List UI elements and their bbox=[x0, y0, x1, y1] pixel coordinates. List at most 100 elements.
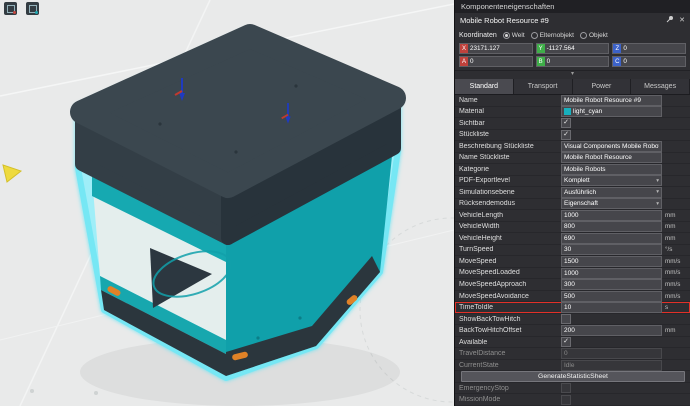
property-label: PDF-Exportlevel bbox=[459, 177, 561, 184]
property-label: Available bbox=[459, 339, 561, 346]
property-label: TurnSpeed bbox=[459, 246, 561, 253]
radio-icon[interactable] bbox=[531, 32, 538, 39]
rotation-field-a[interactable]: A0 bbox=[459, 56, 533, 67]
rotation-value[interactable]: 0 bbox=[468, 57, 532, 66]
checkbox[interactable]: ✓ bbox=[561, 130, 571, 140]
property-value: Visual Components Mobile Robot Resource bbox=[561, 141, 662, 152]
coord-mode-elternobjekt[interactable]: Elternobjekt bbox=[531, 32, 574, 39]
property-row: Sichtbar✓ bbox=[455, 118, 690, 130]
position-field-x[interactable]: X23171.127 bbox=[459, 43, 533, 54]
property-label: ShowBackTowHitch bbox=[459, 316, 561, 323]
property-value-field[interactable]: 800 bbox=[561, 221, 662, 232]
checkbox[interactable] bbox=[561, 314, 571, 324]
position-value[interactable]: 23171.127 bbox=[468, 44, 532, 53]
property-value-field[interactable]: Mobile Robots bbox=[561, 164, 662, 175]
close-icon[interactable]: ✕ bbox=[679, 17, 685, 25]
property-row: MissionMode bbox=[455, 394, 690, 406]
rotation-value[interactable]: 0 bbox=[545, 57, 609, 66]
component-title: Mobile Robot Resource #9 bbox=[460, 16, 661, 25]
collapse-chevron-icon[interactable]: ▾ bbox=[455, 71, 690, 79]
unit-label: mm/s bbox=[662, 293, 687, 300]
property-row: KategorieMobile Robots bbox=[455, 164, 690, 176]
property-row: RücksendemodusEigenschaft▾ bbox=[455, 199, 690, 211]
tab-power[interactable]: Power bbox=[573, 79, 632, 94]
properties-panel: Komponenteneigenschaften Mobile Robot Re… bbox=[454, 0, 690, 406]
property-value: 300 bbox=[561, 279, 662, 290]
radio-icon[interactable] bbox=[503, 32, 510, 39]
position-value[interactable]: -1127.564 bbox=[545, 44, 609, 53]
tab-transport[interactable]: Transport bbox=[514, 79, 573, 94]
property-row: Available✓ bbox=[455, 337, 690, 349]
property-label: CurrentState bbox=[459, 362, 561, 369]
rotation-value[interactable]: 0 bbox=[621, 57, 685, 66]
tab-standard[interactable]: Standard bbox=[455, 79, 514, 94]
coord-mode-objekt[interactable]: Objekt bbox=[580, 32, 608, 39]
property-value-field[interactable]: 10 bbox=[561, 302, 662, 313]
property-value-field[interactable]: Ausführlich▾ bbox=[561, 187, 662, 198]
viewport-toolbar-icon-2[interactable] bbox=[26, 2, 39, 15]
rotation-field-c[interactable]: C0 bbox=[612, 56, 686, 67]
viewport-toolbar-icon-1[interactable] bbox=[4, 2, 17, 15]
field-text: 500 bbox=[564, 293, 659, 300]
property-value-field[interactable]: 200 bbox=[561, 325, 662, 336]
property-value-field[interactable]: 500 bbox=[561, 291, 662, 302]
position-value[interactable]: 0 bbox=[621, 44, 685, 53]
property-value: 800 bbox=[561, 221, 662, 232]
property-row: NameMobile Robot Resource #9 bbox=[455, 95, 690, 107]
property-label: MissionMode bbox=[459, 396, 561, 403]
coord-mode-welt[interactable]: Welt bbox=[503, 32, 525, 39]
property-label: VehicleHeight bbox=[459, 235, 561, 242]
property-value: Komplett▾ bbox=[561, 175, 662, 186]
checkbox[interactable]: ✓ bbox=[561, 118, 571, 128]
position-field-y[interactable]: Y-1127.564 bbox=[536, 43, 610, 54]
checkbox[interactable]: ✓ bbox=[561, 337, 571, 347]
property-value-field[interactable]: 300 bbox=[561, 279, 662, 290]
property-value-field[interactable]: light_cyan bbox=[561, 106, 662, 117]
property-value-field[interactable]: Komplett▾ bbox=[561, 175, 662, 186]
field-text: Idle bbox=[564, 362, 659, 369]
tab-bar: StandardTransportPowerMessages bbox=[455, 79, 690, 95]
property-label: EmergencyStop bbox=[459, 385, 561, 392]
unit-label: mm bbox=[662, 327, 687, 334]
property-value: ✓ bbox=[561, 130, 662, 140]
property-value: Mobile Robots bbox=[561, 164, 662, 175]
property-value-field[interactable]: 1000 bbox=[561, 268, 662, 279]
tab-messages[interactable]: Messages bbox=[631, 79, 690, 94]
position-fields: X23171.127Y-1127.564Z0 bbox=[459, 43, 686, 54]
radio-icon[interactable] bbox=[580, 32, 587, 39]
property-value-field[interactable]: Mobile Robot Resource #9 bbox=[561, 95, 662, 106]
field-text: 1000 bbox=[564, 270, 659, 277]
generate-statistic-sheet-button[interactable]: GenerateStatisticSheet bbox=[461, 371, 685, 382]
property-row: PDF-ExportlevelKomplett▾ bbox=[455, 176, 690, 188]
property-value-field[interactable]: 1000 bbox=[561, 210, 662, 221]
property-value bbox=[561, 383, 662, 393]
axis-tab: A bbox=[460, 57, 468, 66]
property-label: MoveSpeed bbox=[459, 258, 561, 265]
property-value-field[interactable]: Eigenschaft▾ bbox=[561, 198, 662, 209]
property-row: TurnSpeed30°/s bbox=[455, 245, 690, 257]
robot-3d-model[interactable] bbox=[0, 0, 454, 406]
property-value bbox=[561, 314, 662, 324]
axis-tab: Z bbox=[613, 44, 621, 53]
pin-icon[interactable] bbox=[666, 15, 674, 26]
property-value-field[interactable]: Mobile Robot Resource bbox=[561, 152, 662, 163]
property-value-field: 0 bbox=[561, 348, 662, 359]
property-value: 1000 bbox=[561, 210, 662, 221]
property-value-field[interactable]: 1500 bbox=[561, 256, 662, 267]
viewport-3d[interactable] bbox=[0, 0, 454, 406]
field-text: 200 bbox=[564, 327, 659, 334]
property-value: light_cyan bbox=[561, 106, 662, 117]
property-label: MoveSpeedLoaded bbox=[459, 269, 561, 276]
coord-mode-label: Elternobjekt bbox=[540, 32, 574, 39]
field-text: 690 bbox=[564, 235, 659, 242]
field-text: 1000 bbox=[564, 212, 659, 219]
rotation-field-b[interactable]: B0 bbox=[536, 56, 610, 67]
property-row: Beschreibung StücklisteVisual Components… bbox=[455, 141, 690, 153]
property-value: Ausführlich▾ bbox=[561, 187, 662, 198]
property-value-field[interactable]: 30 bbox=[561, 244, 662, 255]
position-field-z[interactable]: Z0 bbox=[612, 43, 686, 54]
property-label: TimeToIdle bbox=[459, 304, 561, 311]
property-value-field[interactable]: Visual Components Mobile Robot Resource bbox=[561, 141, 662, 152]
property-value-field[interactable]: 690 bbox=[561, 233, 662, 244]
axis-tab: C bbox=[613, 57, 621, 66]
